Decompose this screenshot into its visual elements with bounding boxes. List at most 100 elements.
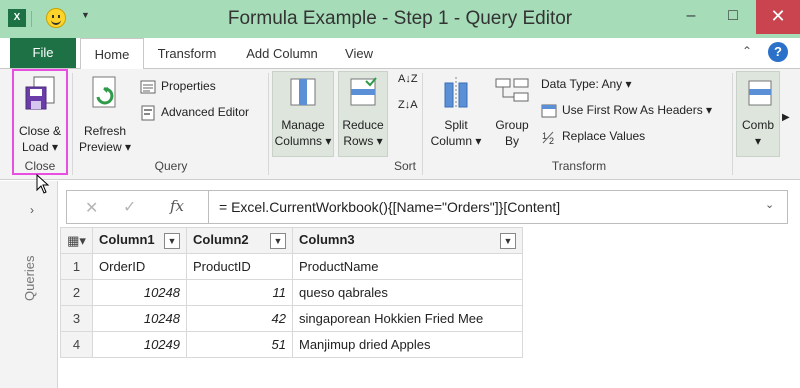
sort-group-label: Sort bbox=[393, 159, 416, 173]
tab-file[interactable]: File bbox=[10, 38, 76, 68]
queries-label[interactable]: Queries bbox=[22, 231, 46, 301]
tab-add-column[interactable]: Add Column bbox=[236, 38, 328, 68]
split-column-icon bbox=[444, 77, 468, 108]
table-cell[interactable]: queso qabrales bbox=[292, 279, 523, 306]
formula-input[interactable]: = Excel.CurrentWorkbook(){[Name="Orders"… bbox=[219, 199, 560, 215]
group-by-label-1: Group bbox=[495, 118, 529, 132]
help-icon[interactable]: ? bbox=[768, 42, 788, 62]
table-menu-icon[interactable]: ▦▾ bbox=[60, 227, 93, 254]
group-by-icon bbox=[495, 78, 529, 102]
manage-columns-label-2: Columns ▾ bbox=[274, 134, 332, 148]
ribbon-separator bbox=[72, 73, 73, 175]
use-first-row-headers-button[interactable]: Use First Row As Headers ▾ bbox=[541, 99, 712, 121]
table-cell[interactable]: 51 bbox=[186, 331, 293, 358]
table-cell[interactable]: singaporean Hokkien Fried Mee bbox=[292, 305, 523, 332]
table-row: 3 10248 42 singaporean Hokkien Fried Mee bbox=[60, 305, 523, 332]
table-cell[interactable]: 11 bbox=[186, 279, 293, 306]
combine-label-2: ▾ bbox=[754, 134, 762, 148]
ribbon-separator bbox=[732, 73, 733, 175]
mouse-cursor-icon bbox=[36, 174, 50, 194]
refresh-preview-button[interactable]: Refresh Preview ▾ bbox=[76, 75, 134, 155]
properties-button[interactable]: Properties bbox=[140, 75, 216, 97]
advanced-editor-button[interactable]: Advanced Editor bbox=[140, 101, 249, 123]
reduce-rows-label-1: Reduce bbox=[342, 118, 384, 132]
ribbon-scroll-right-icon[interactable]: ▶ bbox=[782, 107, 790, 129]
refresh-icon bbox=[92, 76, 116, 108]
row-number[interactable]: 1 bbox=[60, 253, 93, 280]
transform-group-label: Transform bbox=[551, 159, 607, 173]
ribbon-separator bbox=[422, 73, 423, 175]
table-cell[interactable]: OrderID bbox=[92, 253, 187, 280]
split-column-button[interactable]: Split Column ▾ bbox=[428, 75, 484, 149]
split-label-1: Split bbox=[444, 118, 468, 132]
column-header-3[interactable]: Column3 ▼ bbox=[292, 227, 523, 254]
formula-separator bbox=[208, 191, 209, 223]
table-cell[interactable]: 10248 bbox=[92, 305, 187, 332]
advanced-editor-icon bbox=[141, 105, 155, 121]
table-cell[interactable]: 10248 bbox=[92, 279, 187, 306]
column-header-label: Column2 bbox=[193, 232, 249, 247]
replace-values-label: Replace Values bbox=[562, 129, 646, 143]
column-header-2[interactable]: Column2 ▼ bbox=[186, 227, 293, 254]
table-row: 4 10249 51 Manjimup dried Apples bbox=[60, 331, 523, 358]
fx-icon[interactable]: fx bbox=[170, 197, 184, 215]
combine-button[interactable]: Comb ▾ bbox=[736, 75, 780, 149]
row-number[interactable]: 4 bbox=[60, 331, 93, 358]
table-row: 2 10248 11 queso qabrales bbox=[60, 279, 523, 306]
ribbon: Close & Load ▾ Close Refresh Preview ▾ P… bbox=[0, 68, 800, 180]
group-by-button[interactable]: Group By bbox=[488, 75, 536, 149]
manage-columns-button[interactable]: Manage Columns ▾ bbox=[272, 75, 334, 149]
refresh-label-2: Preview ▾ bbox=[78, 140, 132, 154]
column-header-label: Column1 bbox=[99, 232, 155, 247]
use-first-row-label: Use First Row As Headers ▾ bbox=[562, 103, 713, 117]
reduce-rows-button[interactable]: Reduce Rows ▾ bbox=[338, 75, 388, 149]
table-cell[interactable]: ProductID bbox=[186, 253, 293, 280]
advanced-editor-label: Advanced Editor bbox=[161, 105, 250, 119]
maximize-button[interactable]: □ bbox=[714, 0, 752, 34]
properties-label: Properties bbox=[161, 79, 216, 93]
tab-transform[interactable]: Transform bbox=[150, 38, 224, 68]
group-by-label-2: By bbox=[504, 134, 519, 148]
query-group-label: Query bbox=[154, 159, 188, 173]
column-header-label: Column3 bbox=[299, 232, 355, 247]
close-load-highlight bbox=[12, 69, 68, 175]
data-type-dropdown[interactable]: Data Type: Any ▾ bbox=[541, 73, 632, 95]
properties-icon bbox=[140, 80, 156, 94]
row-number[interactable]: 2 bbox=[60, 279, 93, 306]
combine-label-1: Comb bbox=[741, 118, 774, 132]
expand-queries-icon[interactable]: › bbox=[30, 203, 34, 217]
table-cell[interactable]: 10249 bbox=[92, 331, 187, 358]
reduce-rows-icon bbox=[350, 77, 377, 106]
reduce-rows-label-2: Rows ▾ bbox=[343, 134, 383, 148]
column-filter-icon[interactable]: ▼ bbox=[164, 233, 180, 249]
replace-values-icon: 12 bbox=[542, 131, 554, 145]
split-label-2: Column ▾ bbox=[430, 134, 482, 148]
column-filter-icon[interactable]: ▼ bbox=[270, 233, 286, 249]
table-cell[interactable]: Manjimup dried Apples bbox=[292, 331, 523, 358]
combine-icon bbox=[748, 80, 772, 106]
row-number[interactable]: 3 bbox=[60, 305, 93, 332]
queries-pane: › Queries bbox=[0, 181, 58, 388]
use-first-row-icon bbox=[541, 104, 557, 118]
expand-formula-icon[interactable]: ⌄ bbox=[765, 198, 774, 211]
manage-columns-icon bbox=[290, 78, 316, 106]
sort-ascending-button[interactable]: A↓Z bbox=[398, 73, 418, 95]
ribbon-separator bbox=[268, 73, 269, 175]
table-cell[interactable]: ProductName bbox=[292, 253, 523, 280]
formula-bar: ✕ ✓ fx = Excel.CurrentWorkbook(){[Name="… bbox=[66, 190, 788, 224]
collapse-ribbon-icon[interactable]: ⌃ bbox=[742, 44, 752, 58]
column-header-1[interactable]: Column1 ▼ bbox=[92, 227, 187, 254]
close-window-button[interactable]: ✕ bbox=[756, 0, 800, 34]
minimize-button[interactable]: – bbox=[672, 0, 710, 34]
title-bar: X ▼ Formula Example - Step 1 - Query Edi… bbox=[0, 0, 800, 38]
tab-home[interactable]: Home bbox=[80, 38, 144, 69]
commit-formula-icon[interactable]: ✓ bbox=[123, 197, 136, 217]
data-grid: ▦▾ Column1 ▼ Column2 ▼ Column3 ▼ 1 OrderID … bbox=[60, 227, 523, 358]
refresh-label-1: Refresh bbox=[83, 124, 127, 138]
replace-values-button[interactable]: 1 2 Replace Values bbox=[541, 125, 645, 147]
table-cell[interactable]: 42 bbox=[186, 305, 293, 332]
tab-view[interactable]: View bbox=[338, 38, 380, 68]
column-filter-icon[interactable]: ▼ bbox=[500, 233, 516, 249]
cancel-formula-icon[interactable]: ✕ bbox=[85, 198, 98, 218]
sort-descending-button[interactable]: Z↓A bbox=[398, 99, 418, 121]
